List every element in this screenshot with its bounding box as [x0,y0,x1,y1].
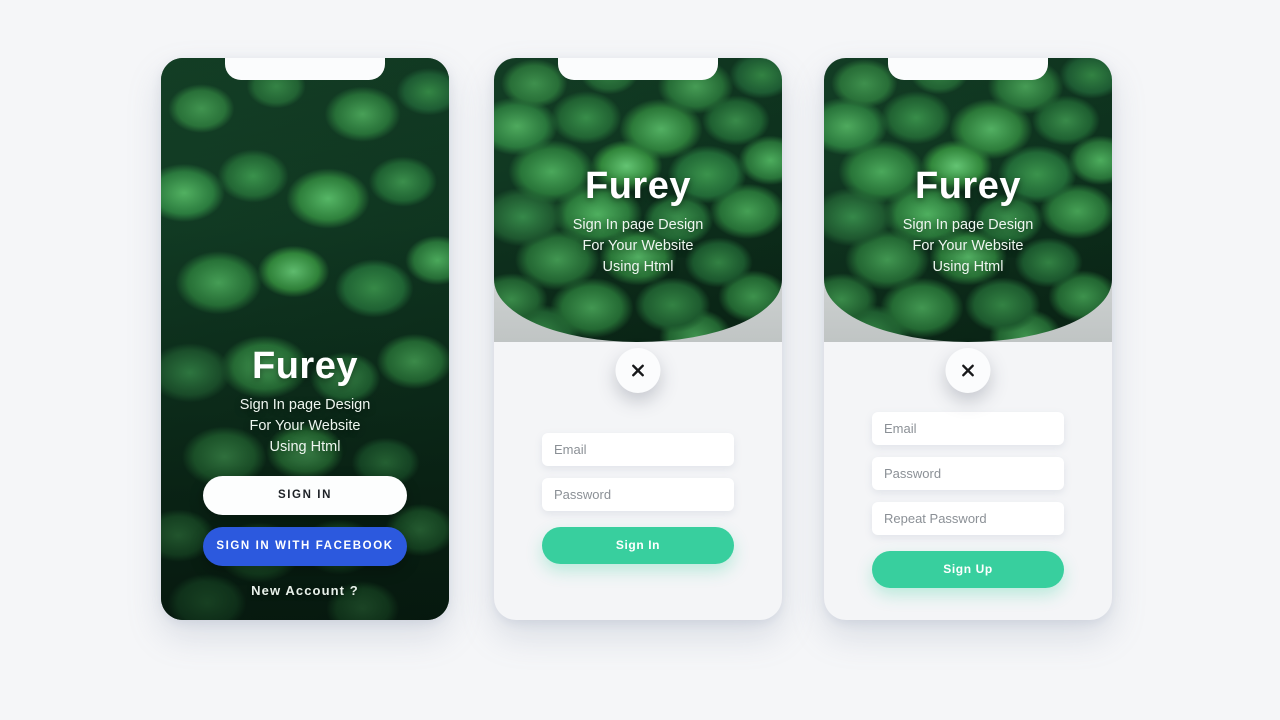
brand-tagline: Sign In page Design For Your Website Usi… [161,395,449,458]
email-field[interactable] [542,433,734,466]
signup-form: Sign Up [872,412,1064,588]
close-icon [631,363,646,378]
page-root: Furey Sign In page Design For Your Websi… [0,0,1280,720]
email-field[interactable] [872,412,1064,445]
close-button[interactable] [945,348,991,393]
new-account-link[interactable]: New Account ? [203,583,407,598]
intro-actions: SIGN IN SIGN IN WITH FACEBOOK New Accoun… [203,476,407,598]
brand-block: Furey Sign In page Design For Your Websi… [494,165,782,278]
phone-card-signup-form: Furey Sign In page Design For Your Websi… [824,58,1112,620]
sign-up-submit-button[interactable]: Sign Up [872,551,1064,588]
brand-tagline-line-2: For Your Website [582,237,694,254]
brand-tagline-line-2: For Your Website [912,237,1024,254]
brand-tagline-line-2: For Your Website [249,417,361,434]
phone-card-signin-form: Furey Sign In page Design For Your Websi… [494,58,782,620]
phone-notch [558,58,718,80]
brand-logo: Furey [585,165,691,207]
password-field[interactable] [542,478,734,511]
brand-tagline-line-3: Using Html [269,438,341,455]
brand-logo: Furey [252,345,358,387]
phone-card-signin-intro: Furey Sign In page Design For Your Websi… [161,58,449,620]
brand-tagline: Sign In page Design For Your Website Usi… [494,215,782,278]
sign-in-with-facebook-button[interactable]: SIGN IN WITH FACEBOOK [203,527,407,566]
phone-notch [888,58,1048,80]
brand-tagline-line-1: Sign In page Design [902,216,1034,233]
close-button[interactable] [615,348,661,393]
close-icon [961,363,976,378]
password-field[interactable] [872,457,1064,490]
repeat-password-field[interactable] [872,502,1064,535]
sign-in-submit-button[interactable]: Sign In [542,527,734,564]
brand-tagline-line-3: Using Html [602,258,674,275]
brand-block: Furey Sign In page Design For Your Websi… [824,165,1112,278]
brand-tagline: Sign In page Design For Your Website Usi… [824,215,1112,278]
brand-block: Furey Sign In page Design For Your Websi… [161,345,449,458]
signin-form: Sign In [542,433,734,564]
phone-notch [225,58,385,80]
brand-tagline-line-1: Sign In page Design [239,396,371,413]
brand-logo: Furey [915,165,1021,207]
brand-tagline-line-3: Using Html [932,258,1004,275]
brand-tagline-line-1: Sign In page Design [572,216,704,233]
sign-in-button[interactable]: SIGN IN [203,476,407,515]
